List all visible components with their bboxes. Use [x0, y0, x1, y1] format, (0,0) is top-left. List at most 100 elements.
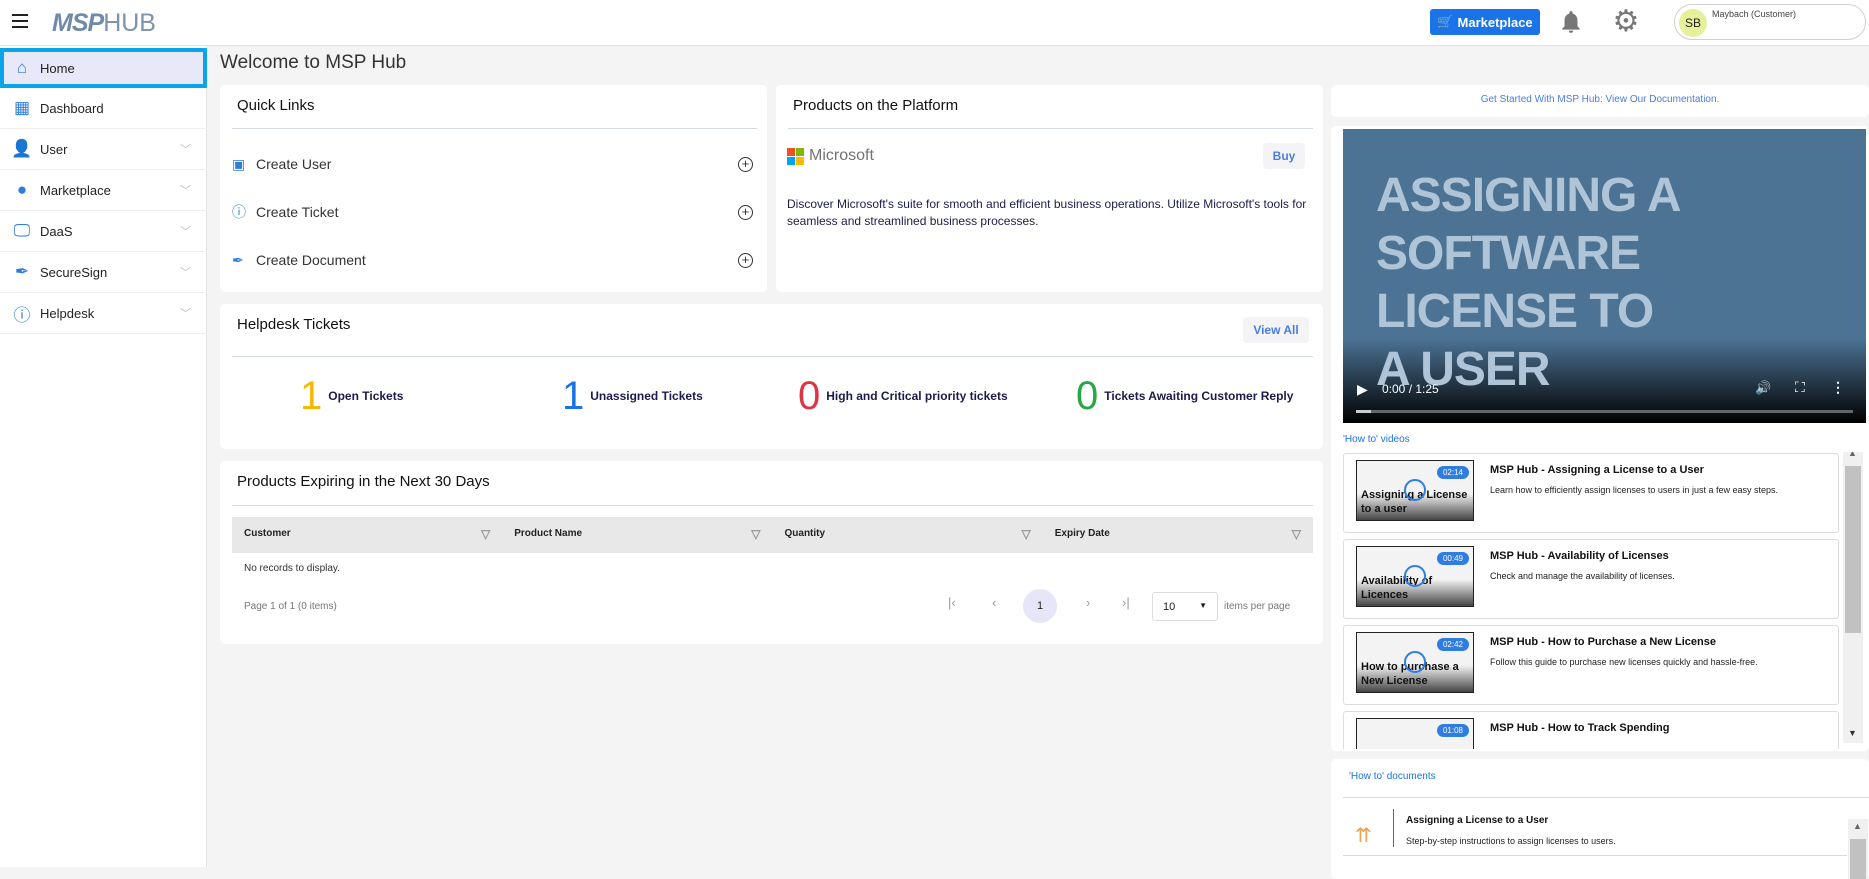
table-header: Customer ▽ Product Name ▽ Quantity ▽ Expiry…: [232, 517, 1313, 553]
more-options-icon[interactable]: ⋮: [1831, 379, 1845, 396]
video-player[interactable]: ASSIGNING A SOFTWARE LICENSE TO A USER ▶ 0:…: [1343, 129, 1866, 423]
plus-circle-icon[interactable]: +: [738, 204, 753, 220]
view-all-button[interactable]: View All: [1243, 317, 1309, 343]
documents-card: 'How to' documents ⇈ Assigning a License…: [1331, 759, 1869, 879]
play-icon[interactable]: ▶: [1357, 381, 1368, 398]
scrollbar-thumb: [1845, 466, 1861, 633]
filter-icon[interactable]: ▽: [1292, 527, 1301, 541]
chevron-down-icon: ﹀: [180, 185, 191, 197]
video-time: 0:00 / 1:25: [1382, 382, 1439, 396]
scrollbar-thumb: [1850, 839, 1866, 879]
filter-icon[interactable]: ▽: [1022, 527, 1031, 541]
caret-down-icon: ▼: [1199, 601, 1207, 610]
page-title: Welcome to MSP Hub: [220, 52, 407, 73]
msphub-logo[interactable]: MSPHUB: [52, 9, 156, 38]
video-item[interactable]: 02:42 How to purchase a New License MSP Hu…: [1343, 625, 1839, 705]
unassigned-tickets-stat[interactable]: 1 Unassigned Tickets: [562, 376, 703, 416]
bell-icon[interactable]: [1558, 8, 1584, 36]
question-icon: ⓘ: [232, 204, 246, 220]
create-user-link[interactable]: ▣ Create User +: [232, 152, 753, 176]
sidebar-item-helpdesk[interactable]: ⓘ Helpdesk ﹀: [0, 293, 207, 334]
chevron-down-icon: ﹀: [180, 226, 191, 238]
page-size-select[interactable]: 10 ▼: [1152, 592, 1218, 621]
gear-icon[interactable]: ⚙: [1612, 7, 1640, 37]
card-title: Quick Links: [237, 97, 315, 114]
last-page-button[interactable]: ›|: [1122, 595, 1130, 610]
plus-circle-icon[interactable]: +: [738, 156, 753, 172]
scroll-down-icon: ▼: [1848, 728, 1857, 738]
documentation-link[interactable]: Get Started With MSP Hub: View Our Docum…: [1331, 94, 1869, 105]
monitor-icon: 🖵: [13, 221, 31, 240]
empty-message: No records to display.: [244, 563, 340, 574]
volume-icon[interactable]: 🔊: [1755, 380, 1771, 396]
buy-button[interactable]: Buy: [1263, 143, 1305, 169]
store-icon: ●: [16, 180, 28, 199]
column-product-name[interactable]: Product Name ▽: [502, 517, 772, 553]
hamburger-menu-icon[interactable]: [12, 14, 28, 28]
documentation-card: Get Started With MSP Hub: View Our Docum…: [1331, 85, 1869, 117]
avatar: SB: [1679, 9, 1707, 37]
documents-scrollbar[interactable]: ▲: [1848, 819, 1868, 879]
create-ticket-link[interactable]: ⓘ Create Ticket +: [232, 200, 753, 224]
expiring-products-card: Products Expiring in the Next 30 Days Cu…: [220, 461, 1323, 644]
sidebar-item-daas[interactable]: 🖵 DaaS ﹀: [0, 211, 207, 252]
column-expiry-date[interactable]: Expiry Date ▽: [1043, 517, 1313, 553]
video-poster-text: ASSIGNING A SOFTWARE LICENSE TO A USER: [1376, 169, 1682, 396]
video-item[interactable]: 00:49 Availability of Licences MSP Hub - A…: [1343, 539, 1839, 619]
divider: [232, 505, 1313, 506]
next-page-button[interactable]: ›: [1086, 595, 1090, 610]
product-description: Discover Microsoft's suite for smooth an…: [787, 197, 1307, 228]
scroll-up-icon: ▲: [1853, 821, 1862, 831]
helpdesk-card: Helpdesk Tickets View All 1 Open Tickets …: [220, 304, 1323, 449]
video-list: 02:14 Assigning a License to a user MSP Hu…: [1331, 452, 1869, 749]
sidebar-item-securesign[interactable]: ✒ SecureSign ﹀: [0, 252, 207, 293]
document-arrows-icon: ⇈: [1355, 825, 1372, 847]
video-thumbnail: 00:49 Availability of Licences: [1356, 546, 1474, 607]
dashboard-icon: ▦: [13, 98, 31, 117]
filter-icon[interactable]: ▽: [751, 527, 760, 541]
first-page-button[interactable]: |‹: [948, 595, 956, 610]
video-list-scrollbar[interactable]: ▲ ▼: [1843, 452, 1863, 743]
awaiting-reply-tickets-stat[interactable]: 0 Tickets Awaiting Customer Reply: [1076, 376, 1293, 416]
video-progress-bar[interactable]: [1356, 410, 1853, 413]
quick-links-card: Quick Links ▣ Create User + ⓘ Create Ticket…: [220, 85, 767, 292]
high-priority-tickets-stat[interactable]: 0 High and Critical priority tickets: [798, 376, 1008, 416]
top-header: MSPHUB 🛒 Marketplace ⚙ SB Maybach (Custom…: [0, 0, 1869, 46]
sidebar-item-dashboard[interactable]: ▦ Dashboard: [0, 88, 207, 129]
fullscreen-icon[interactable]: ⛶: [1795, 379, 1805, 396]
video-thumbnail: 02:14 Assigning a License to a user: [1356, 460, 1474, 521]
card-title: Products on the Platform: [793, 97, 959, 114]
prev-page-button[interactable]: ‹: [992, 595, 996, 610]
card-title: Helpdesk Tickets: [237, 316, 351, 333]
column-quantity[interactable]: Quantity ▽: [773, 517, 1043, 553]
videos-card: ASSIGNING A SOFTWARE LICENSE TO A USER ▶ 0:…: [1331, 126, 1869, 751]
divider: [788, 128, 1313, 129]
plus-circle-icon[interactable]: +: [738, 252, 753, 268]
sidebar-item-user[interactable]: 👤 User ﹀: [0, 129, 207, 170]
video-item[interactable]: 02:14 Assigning a License to a user MSP Hu…: [1343, 453, 1839, 533]
filter-icon[interactable]: ▽: [481, 527, 490, 541]
document-item[interactable]: ⇈ Assigning a License to a User Step-by-…: [1331, 809, 1851, 861]
divider: [232, 356, 1313, 357]
divider: [1343, 797, 1869, 798]
card-title: Products Expiring in the Next 30 Days: [237, 473, 490, 490]
play-circle-icon: [1404, 565, 1426, 587]
open-tickets-stat[interactable]: 1 Open Tickets: [300, 376, 403, 416]
pen-icon: ✒: [232, 251, 244, 268]
chevron-down-icon: ﹀: [180, 267, 191, 279]
video-item[interactable]: 01:08 MSP Hub - How to Track Spending: [1343, 711, 1839, 749]
help-icon: ⓘ: [13, 305, 31, 325]
column-customer[interactable]: Customer ▽: [232, 517, 502, 553]
sidebar-item-home[interactable]: ⌂ Home: [0, 48, 207, 88]
play-circle-icon: [1404, 651, 1426, 673]
per-page-label: items per page: [1224, 601, 1291, 612]
scroll-up-icon: ▲: [1848, 452, 1857, 458]
create-document-link[interactable]: ✒ Create Document +: [232, 248, 753, 272]
page-1-button[interactable]: 1: [1023, 589, 1057, 623]
documents-section-title: 'How to' documents: [1349, 771, 1436, 782]
sidebar-item-marketplace[interactable]: ● Marketplace ﹀: [0, 170, 207, 211]
products-card: Products on the Platform Microsoft Buy D…: [776, 85, 1323, 292]
user-menu[interactable]: SB Maybach (Customer): [1674, 4, 1866, 40]
chevron-down-icon: ﹀: [180, 308, 191, 320]
marketplace-button[interactable]: 🛒 Marketplace: [1430, 9, 1540, 35]
